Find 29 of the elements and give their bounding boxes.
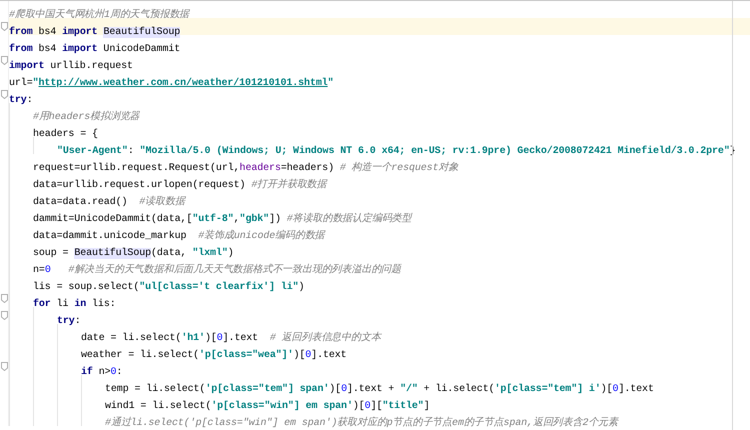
code-line: for li in lis: bbox=[33, 298, 117, 307]
code-line: #用headers模拟浏览器 bbox=[33, 110, 141, 120]
code-line: n=0 #解决当天的天气数据和后面几天天气数据格式不一致出现的列表溢出的问题 bbox=[33, 262, 403, 273]
fold-marker-icon[interactable] bbox=[0, 22, 8, 31]
fold-marker-icon[interactable] bbox=[0, 90, 8, 99]
code-line: import urllib.request bbox=[9, 60, 134, 69]
code-line: wind1 = li.select('p[class="win"] em span')[0]["title"] bbox=[105, 400, 431, 409]
code-line: request=urllib.request.Request(url,headers=headers) # 构造一个resquest对象 bbox=[33, 160, 460, 171]
code-line: weather = li.select('p[class="wea"]')[0].text bbox=[81, 348, 348, 358]
code-line: lis = soup.select("ul[class='t clearfix'] li") bbox=[33, 280, 306, 290]
code-line: headers = { bbox=[33, 128, 99, 137]
fold-marker-icon[interactable] bbox=[0, 311, 8, 320]
code-line: from bs4 import UnicodeDammit bbox=[9, 42, 182, 52]
code-line: try: bbox=[57, 315, 82, 324]
fold-marker-icon[interactable] bbox=[0, 56, 8, 65]
code-line: temp = li.select('p[class="tem"] span')[0].text + "/" + li.select('p[class="tem"] i')[0].text bbox=[105, 382, 655, 392]
fold-marker-icon[interactable] bbox=[0, 294, 8, 303]
code-line: url="http://www.weather.com.cn/weather/101210101.shtml" bbox=[9, 76, 335, 86]
fold-marker-icon[interactable] bbox=[0, 362, 8, 371]
code-line: data=dammit.unicode_markup #装饰成unicode编码的数据 bbox=[33, 228, 326, 239]
code-line: data=urllib.request.urlopen(request) #打开并获取数据 bbox=[33, 178, 328, 188]
code-line: if n>0: bbox=[81, 366, 124, 375]
code-line: #爬取中国天气网杭州1周的天气预报数据 bbox=[9, 8, 191, 18]
code-line: data=data.read() #读取数据 bbox=[33, 194, 187, 205]
code-line: soup = BeautifulSoup(data, "lxml") bbox=[33, 246, 235, 256]
code-line: date = li.select('h1')[0].text # 返回列表信息中的文本 bbox=[81, 330, 383, 341]
code-line: dammit=UnicodeDammit(data,["utf-8","gbk"]) #将读取的数据认定编码类型 bbox=[33, 212, 414, 222]
code-line: try: bbox=[9, 94, 34, 103]
code-line: #通过li.select('p[class="win"] em span')获取对应的p节点的子节点em的子节点span,返回列表含2个元素 bbox=[105, 416, 620, 426]
